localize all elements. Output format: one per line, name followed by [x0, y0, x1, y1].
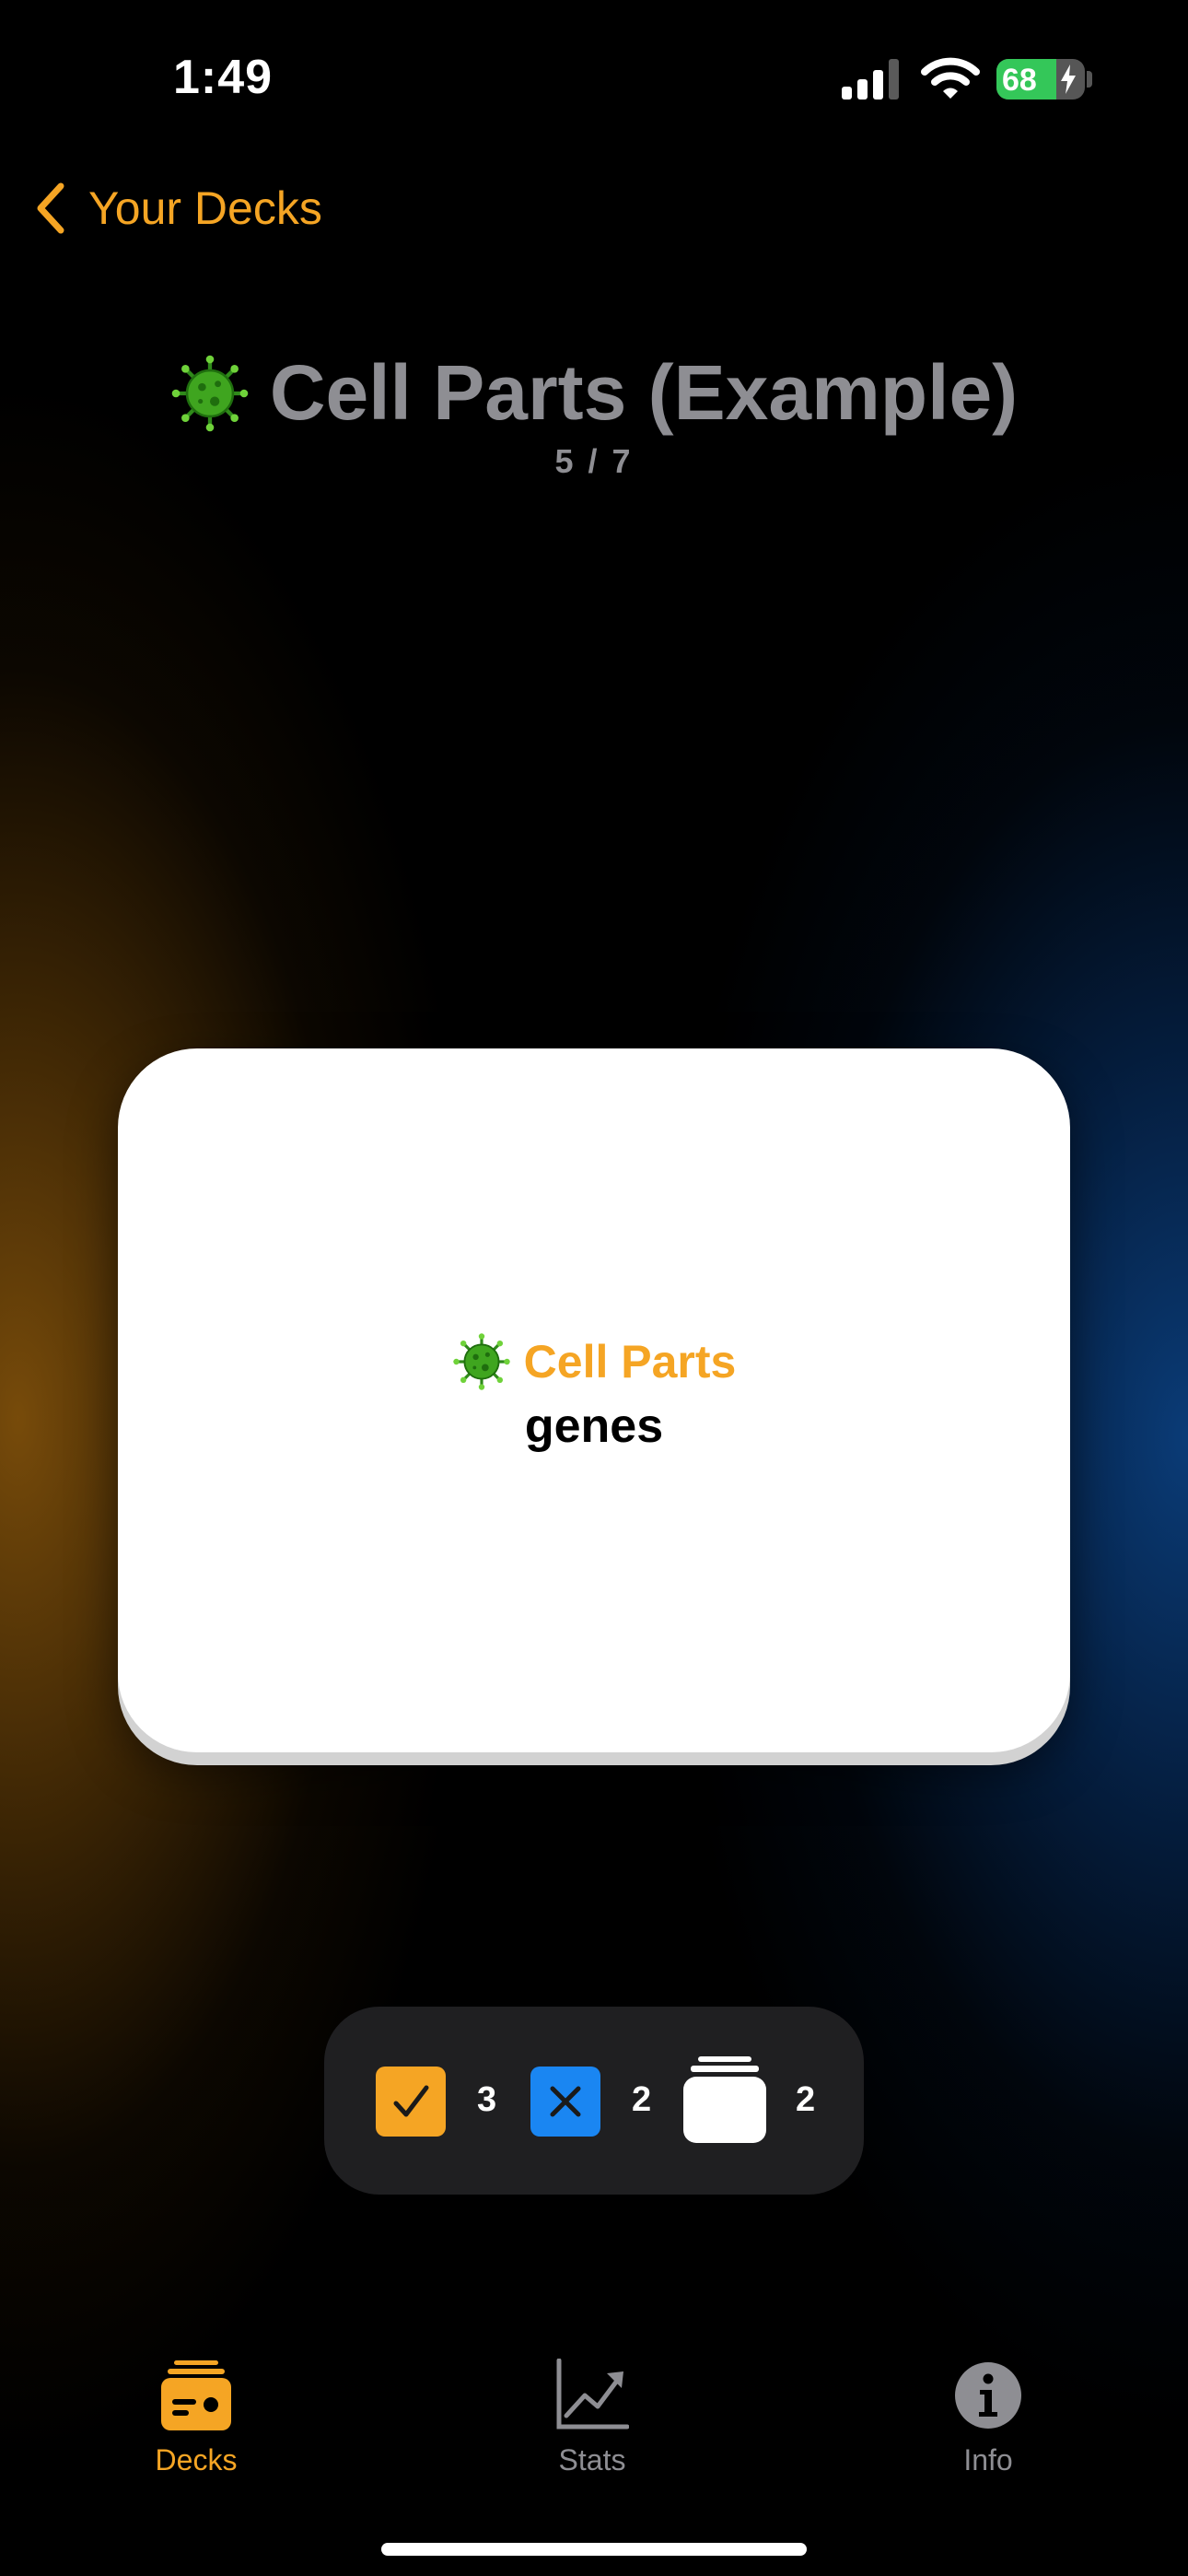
home-indicator[interactable] [381, 2543, 807, 2556]
tab-stats[interactable]: Stats [491, 2359, 693, 2477]
deck-title: Cell Parts (Example) [269, 349, 1019, 436]
checkmark-icon [393, 2085, 429, 2117]
battery-nub [1087, 71, 1092, 88]
decks-icon [161, 2360, 231, 2430]
tab-decks[interactable]: Decks [95, 2359, 297, 2477]
chevron-left-icon [37, 182, 64, 234]
deck-header: Cell Parts (Example) [0, 348, 1188, 438]
correct-chip [376, 2067, 446, 2137]
wifi-icon [921, 57, 980, 99]
card-deck-name: Cell Parts [523, 1336, 737, 1388]
card-deck-label: Cell Parts [0, 1332, 1188, 1391]
battery-level: 68 [1002, 63, 1037, 98]
xmark-icon [550, 2086, 581, 2117]
tab-decks-label: Decks [155, 2443, 238, 2476]
remaining-count: 2 [796, 2080, 816, 2119]
battery-icon: 68 [996, 59, 1085, 100]
card-progress: 5 / 7 [554, 442, 634, 480]
chart-icon [556, 2359, 629, 2430]
microbe-icon [171, 355, 249, 431]
tab-stats-label: Stats [558, 2443, 626, 2476]
status-time: 1:49 [173, 51, 274, 104]
info-icon [955, 2362, 1021, 2429]
wrong-count: 2 [632, 2080, 652, 2119]
wrong-chip [530, 2067, 600, 2137]
signal-icon [842, 59, 899, 100]
back-button[interactable]: Your Decks [31, 181, 322, 236]
card-term: genes [524, 1399, 664, 1453]
card-stack-icon [683, 2056, 766, 2143]
back-label: Your Decks [88, 182, 322, 234]
microbe-icon [452, 1333, 510, 1390]
tab-info-label: Info [963, 2443, 1013, 2476]
correct-count: 3 [477, 2080, 497, 2119]
tab-info[interactable]: Info [887, 2359, 1089, 2477]
charging-bolt-icon [1061, 64, 1076, 94]
